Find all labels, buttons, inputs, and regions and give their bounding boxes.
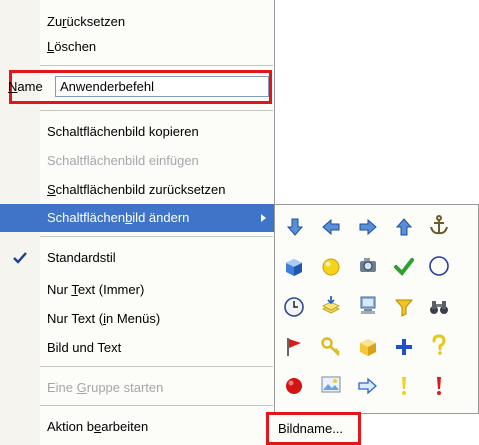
menu-item-edit-action[interactable]: Aktion bearbeiten bbox=[0, 413, 274, 441]
menu-item-reset-image[interactable]: Schaltflächenbild zurücksetzen bbox=[0, 176, 274, 204]
red-flag-icon[interactable] bbox=[283, 336, 305, 358]
menu-item-text-only-menus[interactable]: Nur Text (in Menüs) bbox=[0, 305, 274, 333]
funnel-icon[interactable] bbox=[393, 296, 415, 318]
reset-image-label: Schaltflächenbild zurücksetzen bbox=[47, 182, 226, 197]
submenu-arrow-icon bbox=[261, 214, 266, 222]
text-only-always-label: Nur Text (Immer) bbox=[47, 282, 145, 297]
menu-separator bbox=[40, 366, 273, 367]
camera-icon[interactable] bbox=[357, 254, 379, 276]
menu-separator bbox=[40, 65, 273, 66]
menu-item-text-only-always[interactable]: Nur Text (Immer) bbox=[0, 276, 274, 304]
context-menu: Zurücksetzen Löschen Name Anwenderbefehl… bbox=[0, 0, 275, 445]
button-image-palette bbox=[275, 204, 479, 414]
default-style-label: Standardstil bbox=[47, 250, 116, 265]
binoculars-icon[interactable] bbox=[428, 296, 450, 318]
menu-item-delete[interactable]: Löschen bbox=[0, 33, 274, 61]
menu-separator bbox=[40, 405, 273, 406]
menu-item-default-style[interactable]: Standardstil bbox=[0, 244, 274, 272]
name-label: Name bbox=[8, 79, 43, 94]
up-arrow-icon[interactable] bbox=[393, 216, 415, 238]
edit-action-label: Aktion bearbeiten bbox=[47, 419, 149, 434]
box-icon[interactable] bbox=[357, 336, 379, 358]
yellow-circle-icon[interactable] bbox=[320, 256, 342, 278]
name-input[interactable]: Anwenderbefehl bbox=[55, 76, 269, 97]
reset-label: Zurücksetzen bbox=[47, 14, 126, 29]
green-check-icon[interactable] bbox=[393, 256, 415, 278]
stacked-papers-icon[interactable] bbox=[320, 294, 342, 316]
clock-icon[interactable] bbox=[283, 296, 305, 318]
menu-item-reset[interactable]: Zurücksetzen bbox=[0, 8, 274, 36]
paste-image-label: Schaltflächenbild einfügen bbox=[47, 153, 199, 168]
down-arrow-icon[interactable] bbox=[284, 216, 306, 238]
picture-icon[interactable] bbox=[320, 373, 342, 395]
change-image-label: Schaltflächenbild ändern bbox=[47, 210, 190, 225]
copy-image-label: Schaltflächenbild kopieren bbox=[47, 124, 199, 139]
menu-separator bbox=[40, 110, 273, 111]
blue-plus-icon[interactable] bbox=[393, 336, 415, 358]
menu-separator bbox=[40, 236, 273, 237]
menu-item-begin-group: Eine Gruppe starten bbox=[0, 374, 274, 402]
checkmark-icon bbox=[13, 252, 27, 264]
computer-icon[interactable] bbox=[357, 294, 379, 316]
text-only-menus-label: Nur Text (in Menüs) bbox=[47, 311, 161, 326]
delete-label: Löschen bbox=[47, 39, 97, 54]
menu-item-change-image[interactable]: Schaltflächenbild ändern bbox=[0, 204, 274, 232]
right-arrow-icon[interactable] bbox=[357, 216, 379, 238]
anchor-icon[interactable] bbox=[428, 214, 450, 236]
begin-group-label: Eine Gruppe starten bbox=[47, 380, 164, 395]
yellow-exclamation-icon[interactable] bbox=[393, 375, 415, 397]
hollow-arrow-icon[interactable] bbox=[357, 375, 379, 397]
bildname-button[interactable]: Bildname... bbox=[266, 412, 361, 445]
menu-item-paste-image: Schaltflächenbild einfügen bbox=[0, 147, 274, 175]
menu-item-copy-image[interactable]: Schaltflächenbild kopieren bbox=[0, 118, 274, 146]
key-icon[interactable] bbox=[320, 336, 342, 358]
image-and-text-label: Bild und Text bbox=[47, 340, 122, 355]
red-ball-icon[interactable] bbox=[283, 375, 305, 397]
blue-circle-outline-icon[interactable] bbox=[428, 255, 450, 277]
red-exclamation-icon[interactable] bbox=[428, 375, 450, 397]
menu-item-image-and-text[interactable]: Bild und Text bbox=[0, 334, 274, 362]
cube-icon[interactable] bbox=[283, 256, 305, 278]
left-arrow-icon[interactable] bbox=[320, 216, 342, 238]
question-mark-icon[interactable] bbox=[428, 334, 450, 356]
